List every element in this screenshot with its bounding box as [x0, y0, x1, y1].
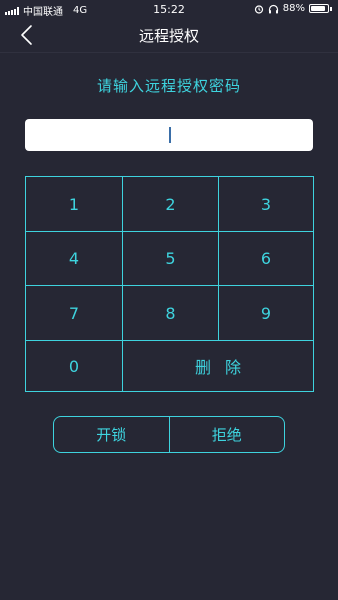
key-0[interactable]: 0 [26, 340, 122, 391]
page-title: 远程授权 [138, 27, 199, 45]
headphones-icon [268, 4, 278, 13]
password-prompt: 请输入远程授权密码 [96, 77, 241, 95]
password-input[interactable] [25, 119, 313, 151]
nav-bar: 远程授权 [0, 18, 338, 53]
unlock-button[interactable]: 开锁 [54, 417, 169, 452]
action-buttons: 开锁 拒绝 [53, 416, 285, 453]
battery-icon [309, 4, 329, 13]
alarm-icon [254, 4, 263, 14]
reject-button[interactable]: 拒绝 [168, 417, 285, 452]
key-4[interactable]: 4 [26, 231, 122, 285]
key-7[interactable]: 7 [26, 285, 122, 340]
key-9[interactable]: 9 [218, 285, 313, 340]
battery-cap [330, 6, 332, 11]
status-right: 88% [254, 3, 332, 14]
key-8[interactable]: 8 [122, 285, 218, 340]
key-3[interactable]: 3 [218, 177, 313, 231]
key-2[interactable]: 2 [122, 177, 218, 231]
text-cursor [169, 127, 171, 143]
numeric-keypad: 1 2 3 4 5 6 7 8 9 0 删除 [25, 176, 314, 392]
key-5[interactable]: 5 [122, 231, 218, 285]
status-bar: 中国联通 4G 15:22 88% [0, 0, 338, 18]
battery-percent: 88% [282, 3, 305, 14]
delete-button[interactable]: 删除 [122, 340, 313, 391]
key-6[interactable]: 6 [218, 231, 313, 285]
key-1[interactable]: 1 [26, 177, 122, 231]
